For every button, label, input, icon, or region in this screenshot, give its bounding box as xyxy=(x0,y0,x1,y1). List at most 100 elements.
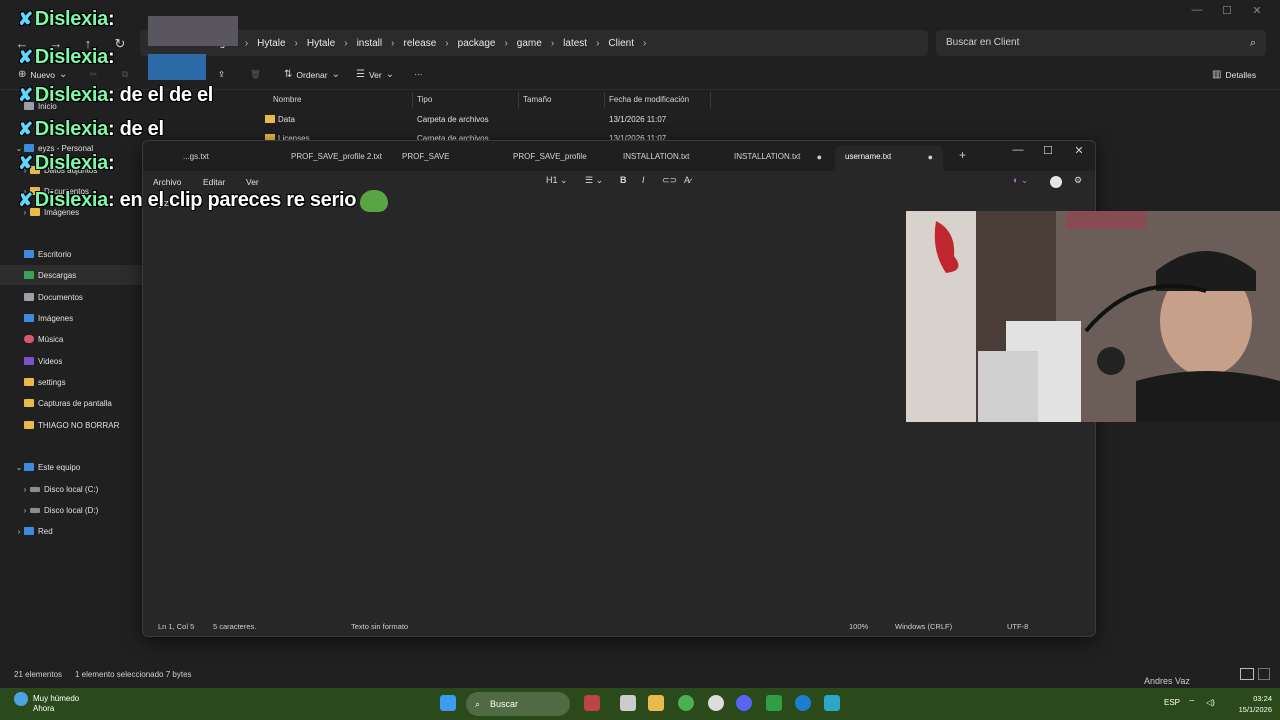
tiles-view-icon[interactable] xyxy=(1258,668,1270,680)
wifi-icon[interactable]: ⌔ xyxy=(1188,698,1196,708)
app-icon[interactable] xyxy=(584,695,600,711)
minimize-button[interactable]: — xyxy=(1003,144,1033,156)
menu-archivo[interactable]: Archivo xyxy=(153,177,181,187)
column-header-modified[interactable]: Fecha de modificación xyxy=(609,95,689,104)
breadcrumb-item[interactable]: install › xyxy=(357,38,404,49)
weather-icon xyxy=(14,692,28,706)
webcam-image xyxy=(906,211,1280,422)
italic-icon[interactable]: I xyxy=(642,175,645,185)
sidebar-item-documentos[interactable]: Documentos xyxy=(0,287,142,307)
sidebar-item-disco-d[interactable]: › Disco local (D:) xyxy=(0,500,142,520)
close-button[interactable]: ✕ xyxy=(1064,144,1094,157)
column-divider[interactable] xyxy=(412,92,413,108)
sidebar-item-escritorio[interactable]: Escritorio xyxy=(0,244,142,264)
breadcrumb-item[interactable]: game › xyxy=(517,38,563,49)
menu-ver[interactable]: Ver xyxy=(246,177,259,187)
new-tab-plus-icon[interactable]: + xyxy=(959,148,966,162)
language-indicator[interactable]: ESP xyxy=(1164,698,1180,707)
column-header-name[interactable]: Nombre xyxy=(273,95,301,104)
more-options-icon[interactable]: ··· xyxy=(414,69,423,79)
breadcrumb-item[interactable]: release › xyxy=(403,38,457,49)
zoom-level[interactable]: 100% xyxy=(849,622,868,631)
start-windows-icon[interactable] xyxy=(440,695,456,711)
share-icon[interactable]: ⇪ xyxy=(218,69,225,80)
column-divider[interactable] xyxy=(604,92,605,108)
breadcrumb-item[interactable]: package › xyxy=(458,38,517,49)
sidebar-item-imagenes[interactable]: Imágenes xyxy=(0,308,142,328)
notepad-tab[interactable]: INSTALLATION.txt xyxy=(613,146,721,171)
chat-emote-image xyxy=(148,16,238,46)
notepad-tab[interactable]: PROF_SAVE xyxy=(392,146,500,171)
encoding[interactable]: UTF-8 xyxy=(1007,622,1028,631)
breadcrumb-item[interactable]: Client › xyxy=(608,38,655,49)
delete-icon[interactable]: 🗑 xyxy=(250,69,261,80)
notepad-tab[interactable]: PROF_SAVE_profile 2.txt xyxy=(281,146,391,171)
drive-icon xyxy=(30,486,40,492)
edge-icon[interactable] xyxy=(795,695,811,711)
settings-gear-icon[interactable]: ⚙ xyxy=(1074,175,1082,186)
file-explorer-icon[interactable] xyxy=(648,695,664,711)
notepad-tab[interactable]: PROF_SAVE_profile xyxy=(503,146,611,171)
sidebar-item-settings[interactable]: settings xyxy=(0,372,142,392)
sidebar-item-capturas[interactable]: Capturas de pantalla xyxy=(0,393,142,413)
list-view-icon: ☰ xyxy=(356,69,365,80)
search-input[interactable]: Buscar en Client ⌕ xyxy=(936,30,1266,56)
minimize-button[interactable]: — xyxy=(1182,4,1212,20)
sidebar-item-descargas[interactable]: Descargas xyxy=(0,265,142,285)
volume-icon[interactable]: ◁) xyxy=(1206,698,1215,707)
taskbar: Muy húmedo Ahora ⌕ Buscar Andres Vaz ESP … xyxy=(0,676,1280,720)
clock-time: 03:24 xyxy=(1253,694,1272,703)
discord-icon[interactable] xyxy=(736,695,752,711)
clock[interactable]: 03:24 15/1/2026 xyxy=(1224,693,1272,715)
clear-format-icon[interactable]: A̷ xyxy=(684,175,690,185)
taskbar-search[interactable]: ⌕ Buscar xyxy=(466,692,570,716)
weather-widget[interactable]: Muy húmedo Ahora xyxy=(14,692,79,713)
details-button[interactable]: ▥ Detalles xyxy=(1212,69,1256,80)
sidebar-item-red[interactable]: › Red xyxy=(0,521,142,541)
app-icon[interactable] xyxy=(708,695,724,711)
copilot-icon[interactable]: ◐ ⌄ xyxy=(1013,175,1028,186)
notepad-tab-active[interactable]: username.txt ● xyxy=(835,146,943,171)
sidebar-item-musica[interactable]: Música xyxy=(0,329,142,349)
maximize-button[interactable]: ☐ xyxy=(1212,4,1242,20)
text-format[interactable]: Texto sin formato xyxy=(351,622,408,631)
address-bar[interactable]: Descargas› Hytale› Hytale› install› rele… xyxy=(140,30,928,56)
view-button[interactable]: ☰ Ver ⌄ xyxy=(356,69,394,80)
cut-icon[interactable]: ✂ xyxy=(90,69,97,80)
sidebar-item-disco-c[interactable]: › Disco local (C:) xyxy=(0,479,142,499)
sidebar-item-videos[interactable]: Videos xyxy=(0,351,142,371)
notepad-tab[interactable]: ...gs.txt xyxy=(173,146,283,171)
column-divider[interactable] xyxy=(710,92,711,108)
column-divider[interactable] xyxy=(518,92,519,108)
column-header-type[interactable]: Tipo xyxy=(417,95,432,104)
breadcrumb-item[interactable]: Hytale › xyxy=(307,38,357,49)
breadcrumb-item[interactable]: latest › xyxy=(563,38,608,49)
close-button[interactable]: ✕ xyxy=(1242,4,1272,20)
notepad-status-bar: Ln 1, Col 5 5 caracteres. Texto sin form… xyxy=(143,620,1095,636)
chat-message: ✘ Dislexia: xyxy=(18,152,115,174)
maximize-button[interactable]: ☐ xyxy=(1033,144,1063,157)
chrome-icon[interactable] xyxy=(678,695,694,711)
link-icon[interactable]: ⊂⊃ xyxy=(662,175,677,186)
new-button[interactable]: ⊕ Nuevo ⌄ xyxy=(18,69,67,80)
notepad-icon[interactable] xyxy=(824,695,840,711)
account-icon[interactable] xyxy=(1050,176,1062,188)
task-view-icon[interactable] xyxy=(620,695,636,711)
menu-editar[interactable]: Editar xyxy=(203,177,225,187)
line-ending[interactable]: Windows (CRLF) xyxy=(895,622,952,631)
details-view-icon[interactable] xyxy=(1240,668,1254,680)
bold-icon[interactable]: B xyxy=(620,175,627,185)
notepad-tab[interactable]: INSTALLATION.txt ● xyxy=(724,146,832,171)
app-icon[interactable] xyxy=(766,695,782,711)
breadcrumb-item[interactable]: Hytale › xyxy=(257,38,307,49)
file-list: Nombre Tipo Tamaño Fecha de modificación… xyxy=(255,90,935,143)
table-row[interactable]: Data Carpeta de archivos 13/1/2026 11:07 xyxy=(263,114,723,128)
copy-icon[interactable]: ⧉ xyxy=(122,69,128,80)
column-header-size[interactable]: Tamaño xyxy=(523,95,551,104)
heading-dropdown[interactable]: H1 ⌄ xyxy=(546,175,568,186)
list-icon[interactable]: ☰ ⌄ xyxy=(585,175,603,186)
sidebar-item-thiago[interactable]: THIAGO NO BORRAR xyxy=(0,415,142,435)
sidebar-item-este-equipo[interactable]: ⌄ Este equipo xyxy=(0,457,142,477)
sort-button[interactable]: ⇅ Ordenar ⌄ xyxy=(284,69,340,80)
badge-icon: ✘ xyxy=(18,47,33,67)
